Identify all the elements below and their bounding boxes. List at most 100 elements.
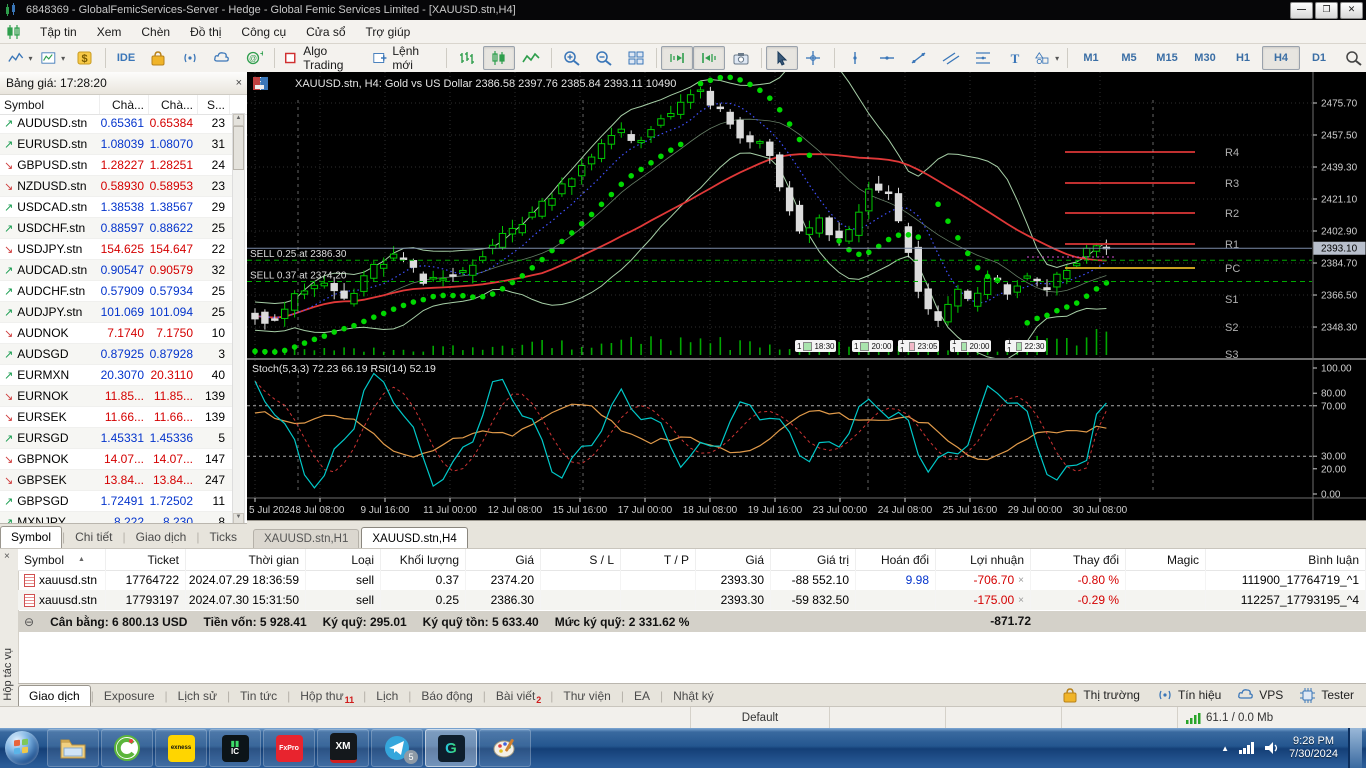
crosshair-button[interactable]: [798, 46, 830, 70]
menu-item-3[interactable]: Đồ thị: [180, 22, 231, 42]
mw-tab-0[interactable]: Symbol: [0, 526, 62, 548]
trade-column-3[interactable]: Loại: [306, 549, 381, 570]
status-profile[interactable]: Default: [691, 707, 830, 729]
toolbox-tab-4[interactable]: Hộp thư11: [290, 686, 363, 707]
taskbar-app-metatrader[interactable]: G: [425, 729, 477, 767]
restore-button[interactable]: ❐: [1315, 2, 1338, 19]
market-watch-row[interactable]: ↗EURSGD1.453311.453365: [0, 428, 234, 449]
mw-tab-2[interactable]: Giao dịch: [126, 527, 197, 548]
mw-tab-3[interactable]: Ticks: [199, 527, 247, 548]
toolbox-tab-6[interactable]: Báo động: [411, 686, 482, 707]
tray-expand-icon[interactable]: ▲: [1221, 744, 1229, 753]
trade-column-6[interactable]: S / L: [541, 549, 621, 570]
market-watch-row[interactable]: ↗AUDCAD.stn0.905470.9057932: [0, 260, 234, 281]
chart-area[interactable]: R4R3R2R1PCS1S2S3SELL 0.25 at 2386.30SELL…: [247, 72, 1366, 520]
market-watch-row[interactable]: ↘EURNOK11.85...11.85...139: [0, 386, 234, 407]
trendline-button[interactable]: [903, 46, 935, 70]
collapse-icon[interactable]: ⊖: [24, 615, 34, 629]
market-watch-row[interactable]: ↘GBPUSD.stn1.282271.2825124: [0, 155, 234, 176]
mw-column-header-1[interactable]: Chà...: [100, 95, 149, 114]
menu-item-0[interactable]: Tập tin: [30, 22, 87, 42]
event-tag[interactable]: 1 120:00: [950, 340, 991, 352]
market-watch-row[interactable]: ↘AUDNOK7.17407.175010: [0, 323, 234, 344]
algo-trading-button[interactable]: Algo Trading: [279, 46, 368, 70]
market-watch-row[interactable]: ↘EURSEK11.66...11.66...139: [0, 407, 234, 428]
taskbar-app-fxpro[interactable]: FxPro: [263, 729, 315, 767]
market-watch-row[interactable]: ↗USDCHF.stn0.885970.8862225: [0, 218, 234, 239]
volume-icon[interactable]: [1265, 742, 1279, 754]
show-desktop-button[interactable]: [1348, 728, 1362, 768]
trade-row[interactable]: xauusd.stn177931972024.07.30 15:31:50sel…: [18, 590, 1366, 610]
market-watch-row[interactable]: ↗EURMXN20.307020.311040: [0, 365, 234, 386]
market-watch-row[interactable]: ↗GBPSGD1.724911.7250211: [0, 491, 234, 512]
close-position-icon[interactable]: ×: [1018, 575, 1024, 586]
menu-item-1[interactable]: Xem: [87, 22, 132, 42]
market-watch-scrollbar[interactable]: ▲ ▼: [232, 113, 245, 526]
toolbox-tab-8[interactable]: Thư viện: [553, 686, 620, 707]
ide-button[interactable]: IDE: [110, 46, 142, 70]
cursor-button[interactable]: [766, 46, 798, 70]
shift-end-left-button[interactable]: [693, 46, 725, 70]
market-bag-button[interactable]: [142, 46, 174, 70]
timeframe-m5[interactable]: M5: [1110, 46, 1148, 70]
mw-column-header-2[interactable]: Chà...: [149, 95, 198, 114]
bars-chart-button[interactable]: [451, 46, 483, 70]
market-watch-row[interactable]: ↗AUDJPY.stn101.069101.09425: [0, 302, 234, 323]
market-watch-row[interactable]: ↗USDCAD.stn1.385381.3856729: [0, 197, 234, 218]
market-watch-row[interactable]: ↗AUDUSD.stn0.653610.6538423: [0, 113, 234, 134]
taskbar-app-coccoc[interactable]: [101, 729, 153, 767]
toolbox-tab-3[interactable]: Tin tức: [230, 686, 287, 707]
taskbar-app-telegram[interactable]: 5: [371, 729, 423, 767]
mw-column-header-3[interactable]: S...: [198, 95, 230, 114]
trade-column-13[interactable]: Magic: [1126, 549, 1206, 570]
line-chart2-button[interactable]: [515, 46, 547, 70]
market-watch-row[interactable]: ↘USDJPY.stn154.625154.64722: [0, 239, 234, 260]
thị-trường-button[interactable]: Thị trường: [1061, 687, 1140, 703]
toolbox-tab-7[interactable]: Bài viết2: [486, 686, 550, 707]
scroll-thumb[interactable]: [233, 126, 244, 170]
trade-column-9[interactable]: Giá trị: [771, 549, 856, 570]
trade-row[interactable]: xauusd.stn177647222024.07.29 18:36:59sel…: [18, 570, 1366, 590]
toolbox-tab-0[interactable]: Giao dịch: [18, 685, 91, 707]
mw-column-header-0[interactable]: Symbol: [0, 95, 100, 114]
trade-column-10[interactable]: Hoán đổi: [856, 549, 936, 570]
start-button[interactable]: [5, 731, 39, 765]
zoom-out-button[interactable]: [588, 46, 620, 70]
trade-column-11[interactable]: Lợi nhuận: [936, 549, 1031, 570]
chart-window-button[interactable]: ▾: [37, 46, 70, 70]
search-button[interactable]: [1338, 46, 1366, 70]
minimize-button[interactable]: —: [1290, 2, 1313, 19]
shift-end-right-button[interactable]: [661, 46, 693, 70]
fibo-button[interactable]: [967, 46, 999, 70]
chart-tab-0[interactable]: XAUUSD.stn,H1: [253, 529, 359, 549]
new-order-button[interactable]: Lệnh mới: [368, 46, 442, 70]
event-tag[interactable]: 120:00: [852, 340, 893, 352]
timeframe-h1[interactable]: H1: [1224, 46, 1262, 70]
market-watch-row[interactable]: ↗AUDCHF.stn0.579090.5793425: [0, 281, 234, 302]
toolbox-tab-2[interactable]: Lịch sử: [168, 686, 227, 707]
line-chart-button[interactable]: ▾: [4, 46, 37, 70]
event-tag[interactable]: 1 122:30: [1005, 340, 1046, 352]
trade-column-8[interactable]: Giá: [696, 549, 771, 570]
taskbar-app-explorer[interactable]: [47, 729, 99, 767]
trade-column-5[interactable]: Giá: [466, 549, 541, 570]
timeframe-d1[interactable]: D1: [1300, 46, 1338, 70]
menu-item-2[interactable]: Chèn: [131, 22, 180, 42]
price-chart[interactable]: R4R3R2R1PCS1S2S3SELL 0.25 at 2386.30SELL…: [247, 72, 1366, 520]
network-icon[interactable]: [1239, 742, 1255, 754]
vps-button[interactable]: VPS: [1237, 687, 1283, 703]
cloud-button[interactable]: [206, 46, 238, 70]
zoom-in-button[interactable]: [556, 46, 588, 70]
text-tool-button[interactable]: T: [999, 46, 1031, 70]
signals-button[interactable]: [174, 46, 206, 70]
market-watch-row[interactable]: ↘GBPNOK14.07...14.07...147: [0, 449, 234, 470]
vline-button[interactable]: [839, 46, 871, 70]
trade-column-14[interactable]: Bình luận: [1206, 549, 1366, 570]
trade-column-4[interactable]: Khối lượng: [381, 549, 466, 570]
hline-button[interactable]: [871, 46, 903, 70]
trade-column-2[interactable]: Thời gian: [186, 549, 306, 570]
toolbox-close-icon[interactable]: ×: [4, 551, 10, 562]
community-button[interactable]: @+: [238, 46, 270, 70]
toolbox-tab-10[interactable]: Nhật ký: [663, 686, 724, 707]
menu-item-6[interactable]: Trợ giúp: [356, 22, 421, 42]
